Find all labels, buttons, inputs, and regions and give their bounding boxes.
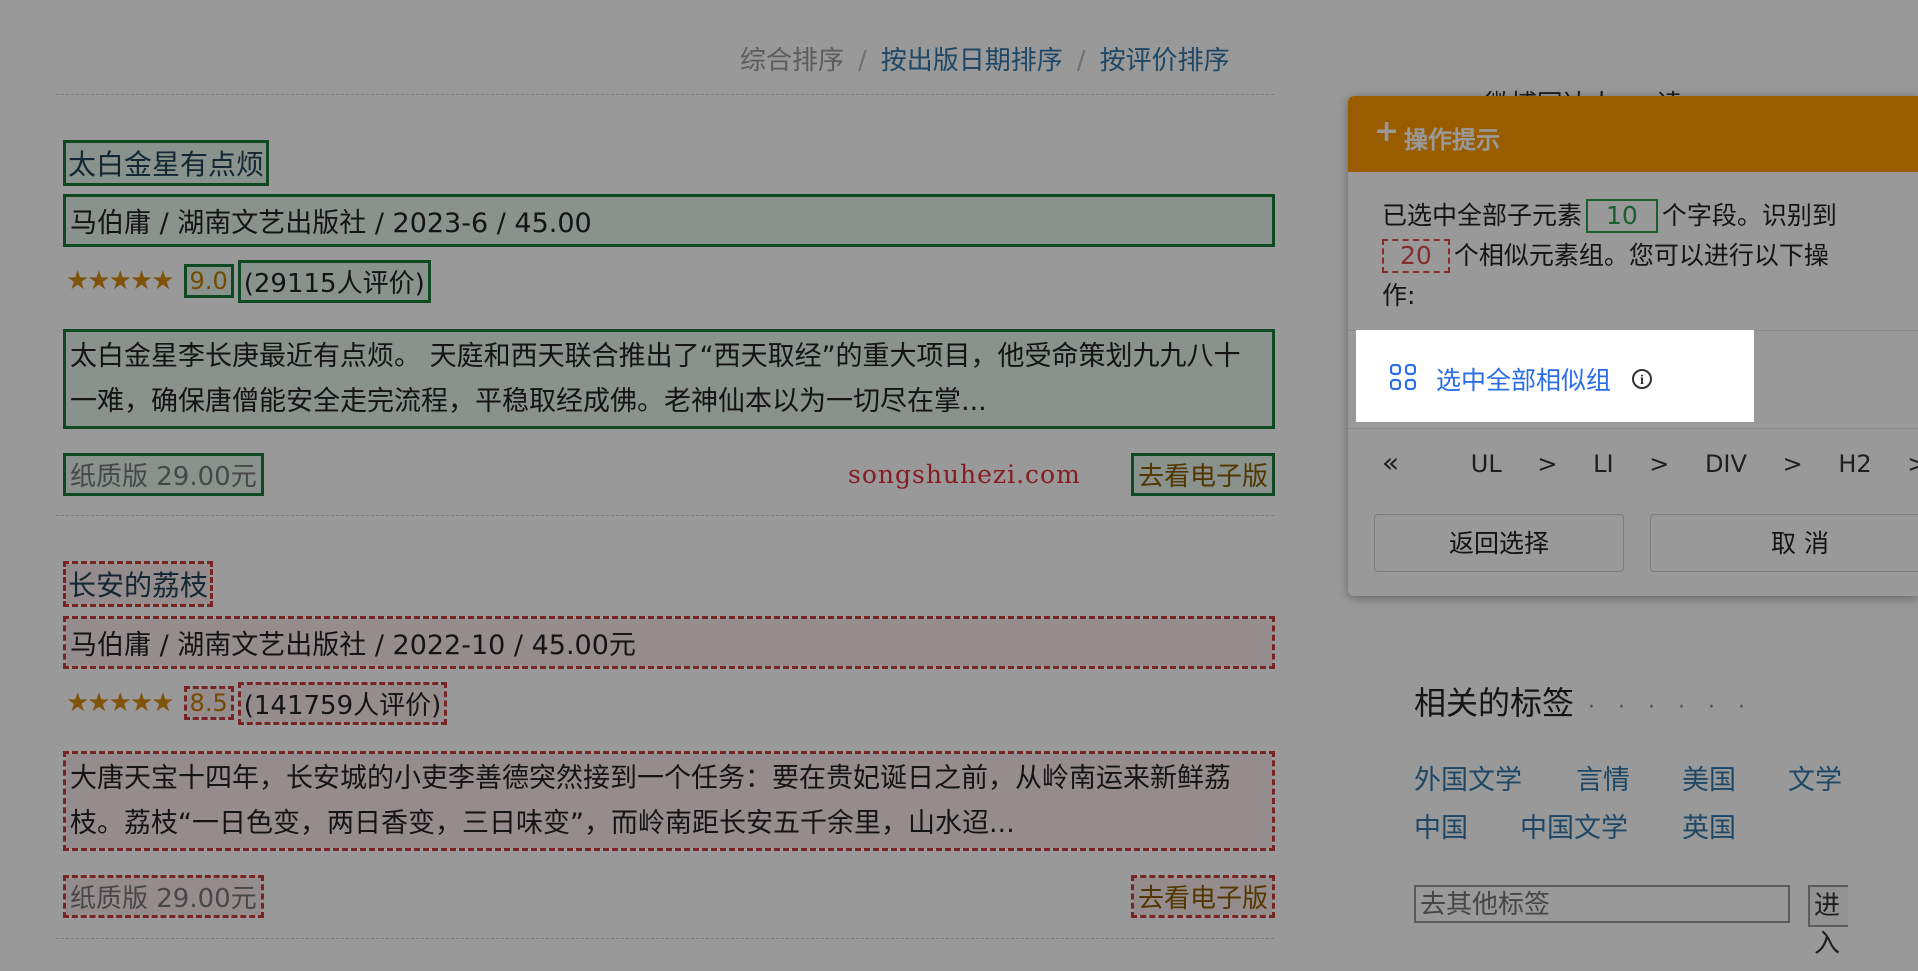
cancel-button[interactable]: 取 消 [1650, 514, 1918, 572]
select-all-similar-groups-button[interactable]: 选中全部相似组 i [1356, 330, 1754, 422]
message-text: 个字段。识别到 [1661, 201, 1837, 230]
panel-message: 已选中全部子元素 10 个字段。识别到 20 个相似元素组。您可以进行以下操 作: [1382, 196, 1902, 316]
message-text: 个相似元素组。您可以进行以下操 [1453, 241, 1829, 270]
field-count-badge: 10 [1586, 199, 1658, 233]
message-text: 已选中全部子元素 [1382, 201, 1583, 230]
message-text: 作: [1382, 281, 1416, 310]
panel-divider [1348, 428, 1918, 429]
panel-title: 操作提示 [1404, 126, 1500, 154]
breadcrumb-item[interactable]: H2 [1838, 450, 1871, 478]
select-all-similar-label: 选中全部相似组 [1436, 366, 1612, 395]
breadcrumb-item[interactable]: DIV [1705, 450, 1747, 478]
breadcrumb-back-icon[interactable]: « [1382, 446, 1399, 479]
chevron-right-icon: > [1649, 450, 1670, 478]
grid-icon [1390, 364, 1416, 390]
chevron-right-icon: > [1782, 450, 1803, 478]
back-select-button[interactable]: 返回选择 [1374, 514, 1624, 572]
panel-header: + 操作提示 [1348, 96, 1918, 172]
group-count-badge: 20 [1382, 239, 1450, 273]
breadcrumb-item[interactable]: LI [1593, 450, 1613, 478]
chevron-right-icon: > [1907, 450, 1918, 478]
info-icon[interactable]: i [1632, 369, 1652, 389]
chevron-right-icon: > [1537, 450, 1558, 478]
plus-icon: + [1374, 114, 1400, 149]
element-path-breadcrumb: « UL > LI > DIV > H2 > A [1382, 446, 1918, 479]
breadcrumb-item[interactable]: UL [1471, 450, 1502, 478]
